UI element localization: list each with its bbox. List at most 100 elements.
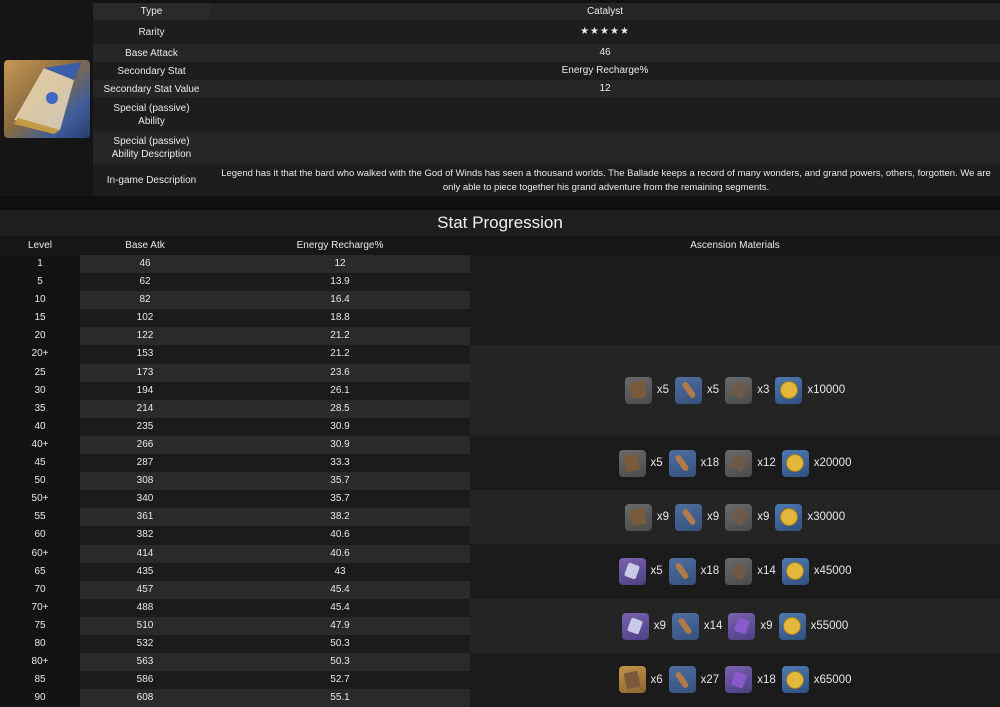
material-item[interactable]: x10000 bbox=[775, 376, 846, 404]
row-special-ability: Special (passive) Ability bbox=[93, 98, 1000, 131]
material-item[interactable]: x6 bbox=[618, 666, 663, 693]
table-row: 60+ 414 40.6 bbox=[0, 544, 470, 563]
material-count: x9 bbox=[760, 620, 773, 632]
material-item[interactable]: x9 bbox=[725, 503, 770, 531]
mora-coin-icon[interactable] bbox=[781, 666, 809, 693]
material-item[interactable]: x18 bbox=[668, 449, 719, 477]
level-cell: 80+ bbox=[0, 653, 80, 672]
book-icon[interactable] bbox=[618, 449, 646, 477]
secondary-stat-value: Energy Recharge% bbox=[561, 65, 649, 76]
purple-crystal-icon[interactable] bbox=[728, 612, 756, 640]
table-row: 25 173 23.6 bbox=[0, 363, 470, 382]
type-label: Type bbox=[93, 3, 210, 20]
energy-recharge-cell: 55.1 bbox=[210, 689, 470, 707]
material-count: x9 bbox=[757, 511, 770, 523]
table-row: 40+ 266 30.9 bbox=[0, 435, 470, 455]
material-item[interactable]: x9 bbox=[621, 612, 666, 640]
material-item[interactable]: x5 bbox=[618, 557, 663, 585]
energy-recharge-cell: 47.9 bbox=[210, 616, 470, 635]
level-cell: 60 bbox=[0, 526, 80, 545]
material-item[interactable]: x12 bbox=[725, 449, 776, 477]
mora-coin-icon[interactable] bbox=[781, 557, 809, 585]
material-item[interactable]: x55000 bbox=[778, 612, 848, 640]
horn-icon[interactable] bbox=[668, 449, 696, 477]
weapon-icon-cell bbox=[0, 0, 93, 196]
special-ability-label-line1: Special (passive) bbox=[113, 102, 190, 114]
purple-crystal-shape bbox=[730, 670, 747, 689]
material-item[interactable]: x9 bbox=[675, 503, 720, 531]
type-value[interactable]: Catalyst bbox=[210, 3, 1000, 20]
material-item[interactable]: x18 bbox=[725, 666, 776, 693]
horn-shape bbox=[674, 670, 690, 689]
material-item[interactable]: x27 bbox=[668, 666, 720, 693]
material-item[interactable]: x20000 bbox=[781, 449, 851, 477]
table-row: 45 287 33.3 bbox=[0, 454, 470, 473]
scrap-shape bbox=[729, 453, 749, 473]
mora-coin-icon[interactable] bbox=[778, 612, 806, 640]
material-count: x9 bbox=[656, 511, 670, 523]
mora-coin-shape bbox=[783, 617, 802, 635]
table-row: 70 457 45.4 bbox=[0, 580, 470, 599]
special-ability-label-line2: Ability bbox=[138, 115, 165, 127]
ascension-phase-materials: x9 x14 x9 x55000 bbox=[470, 599, 1000, 653]
level-cell: 15 bbox=[0, 309, 80, 328]
material-item[interactable]: x14 bbox=[725, 557, 776, 585]
gem-icon[interactable] bbox=[621, 612, 649, 640]
mora-coin-shape bbox=[786, 454, 805, 472]
material-item[interactable]: x5 bbox=[618, 449, 663, 477]
table-row: 50 308 35.7 bbox=[0, 472, 470, 491]
mora-coin-icon[interactable] bbox=[781, 449, 809, 477]
material-item[interactable]: x9 bbox=[624, 503, 670, 531]
amber-book-icon[interactable] bbox=[618, 666, 646, 693]
scrap-icon[interactable] bbox=[725, 376, 753, 404]
material-count: x10000 bbox=[807, 384, 846, 396]
horn-icon[interactable] bbox=[668, 557, 696, 585]
energy-recharge-cell: 45.4 bbox=[210, 598, 470, 617]
scrap-icon[interactable] bbox=[725, 503, 753, 531]
base-atk-cell: 435 bbox=[80, 562, 210, 581]
base-attack-value: 46 bbox=[599, 47, 611, 58]
scrap-shape bbox=[729, 561, 749, 581]
gem-icon[interactable] bbox=[618, 557, 646, 585]
material-item[interactable]: x14 bbox=[671, 612, 722, 640]
base-atk-cell: 510 bbox=[80, 616, 210, 635]
energy-recharge-cell: 21.2 bbox=[210, 345, 470, 364]
book-icon[interactable] bbox=[624, 376, 652, 404]
material-item[interactable]: x5 bbox=[624, 376, 669, 404]
material-count: x18 bbox=[700, 565, 720, 577]
material-item[interactable]: x45000 bbox=[781, 557, 851, 585]
base-attack-label: Base Attack bbox=[125, 47, 178, 59]
level-cell: 20 bbox=[0, 327, 80, 346]
amber-book-shape bbox=[623, 670, 641, 689]
material-item[interactable]: x9 bbox=[728, 612, 773, 640]
horn-icon[interactable] bbox=[675, 376, 703, 404]
rarity-stars: ★★★★★ bbox=[580, 26, 630, 37]
scrap-icon[interactable] bbox=[725, 449, 753, 477]
material-item[interactable]: x5 bbox=[675, 376, 720, 404]
horn-icon[interactable] bbox=[675, 503, 703, 531]
material-item[interactable]: x30000 bbox=[775, 503, 845, 531]
purple-crystal-icon[interactable] bbox=[725, 666, 753, 693]
material-count: x5 bbox=[707, 384, 720, 396]
material-item[interactable]: x3 bbox=[725, 376, 769, 404]
book-shape bbox=[629, 507, 647, 527]
material-count: x27 bbox=[700, 673, 720, 686]
base-atk-cell: 153 bbox=[80, 345, 210, 364]
book-icon[interactable] bbox=[624, 503, 652, 531]
mora-coin-icon[interactable] bbox=[775, 503, 803, 531]
base-atk-cell: 102 bbox=[80, 309, 210, 328]
horn-icon[interactable] bbox=[671, 612, 699, 640]
ascension-phase-materials: x6 x27 x18 x65000 bbox=[470, 653, 1000, 706]
row-base-attack: Base Attack 46 bbox=[93, 44, 1000, 62]
material-count: x9 bbox=[707, 511, 720, 523]
mora-coin-shape bbox=[779, 508, 798, 526]
mora-coin-icon[interactable] bbox=[775, 376, 803, 404]
material-count: x5 bbox=[650, 457, 663, 469]
special-ability-desc-label-line1: Special (passive) bbox=[113, 136, 190, 147]
scrap-icon[interactable] bbox=[725, 557, 753, 585]
material-item[interactable]: x65000 bbox=[781, 666, 851, 693]
material-item[interactable]: x18 bbox=[668, 557, 720, 585]
energy-recharge-cell: 45.4 bbox=[210, 580, 470, 599]
base-atk-cell: 46 bbox=[80, 255, 210, 274]
horn-icon[interactable] bbox=[668, 666, 696, 693]
